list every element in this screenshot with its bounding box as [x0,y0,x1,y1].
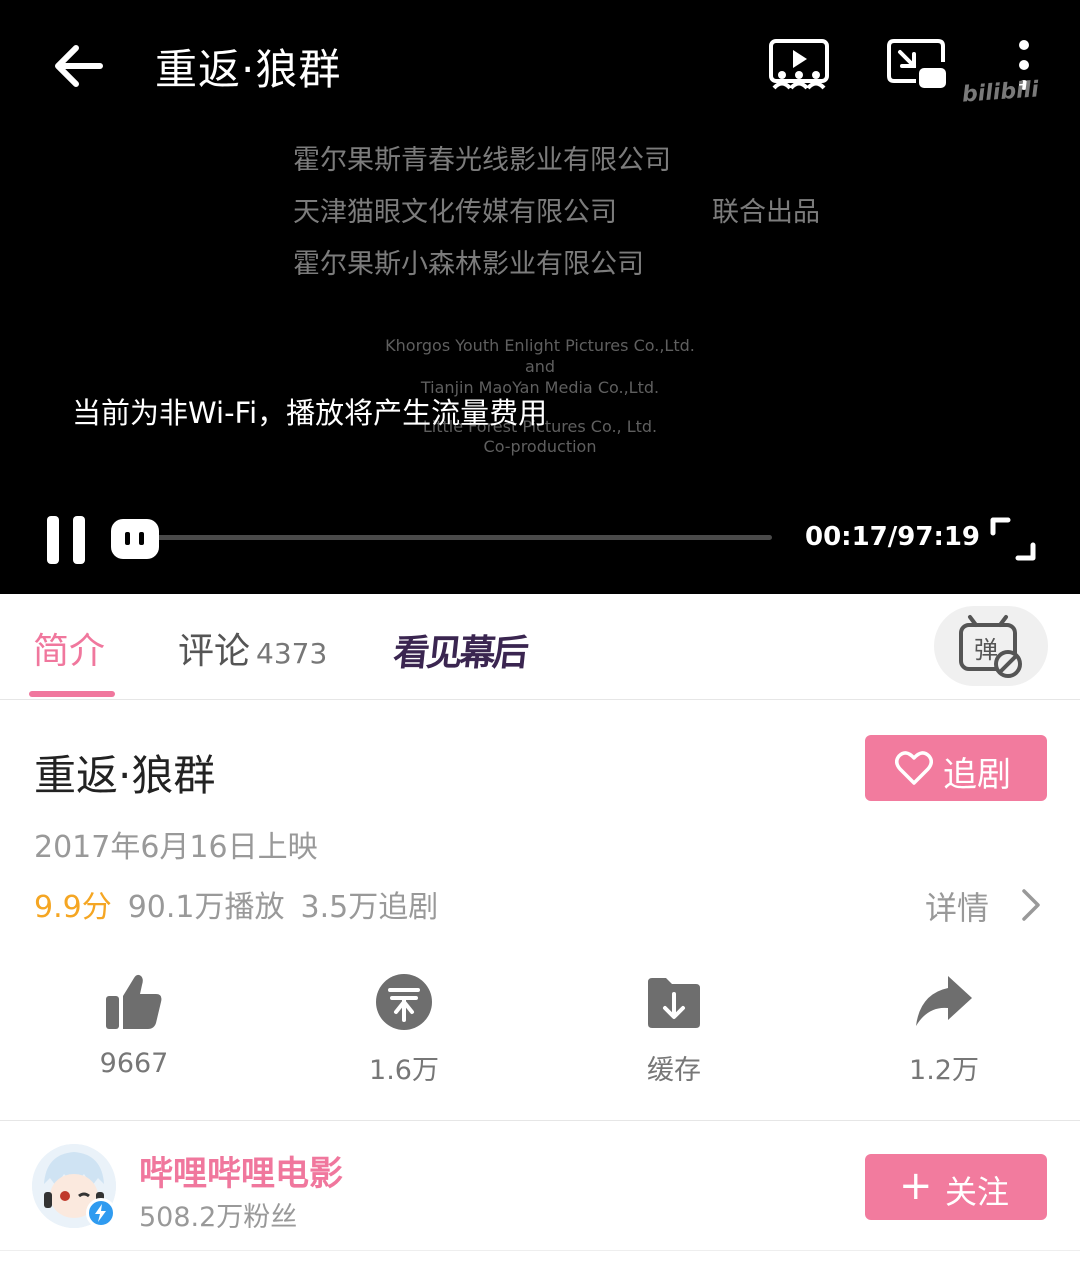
verified-badge-icon [86,1198,116,1228]
share-button[interactable]: 1.2万 [864,970,1024,1090]
progress-thumb[interactable] [111,519,159,559]
score: 9.9分 [34,890,112,925]
chevron-right-icon[interactable] [1020,888,1042,922]
share-count: 1.2万 [909,1055,979,1086]
fullscreen-icon [990,517,1036,561]
plus-icon: + [899,1163,933,1209]
cache-button[interactable]: 缓存 [594,970,754,1090]
share-arrow-icon [916,976,972,1026]
heart-icon [895,751,933,785]
play-count: 90.1万播放 [127,890,285,925]
section-divider [0,1120,1080,1121]
tab-intro-label: 简介 [33,631,106,672]
bottom-divider [0,1250,1080,1251]
credit-line-en: Khorgos Youth Enlight Pictures Co.,Ltd. [385,336,695,355]
pause-button[interactable] [47,516,87,564]
back-button[interactable] [50,38,106,94]
credit-line-en: Co-production [483,437,597,456]
stats-line: 9.9分 90.1万播放 3.5万追剧 [34,882,438,926]
channel-name[interactable]: 哔哩哔哩电影 [139,1146,343,1195]
tab-comments[interactable]: 评论 4373 [178,622,327,674]
tab-comments-label: 评论 [178,631,251,672]
like-button[interactable]: 9667 [54,970,214,1090]
picture-in-picture-icon [887,39,946,88]
tab-intro[interactable]: 简介 [33,622,105,674]
cache-label: 缓存 [647,1055,701,1086]
comments-count: 4373 [256,637,328,670]
tab-bar: 简介 评论 4373 看见幕后 弹 [0,594,1080,700]
credit-line: 霍尔果斯青春光线影业有限公司 [293,145,671,176]
credit-suffix: 联合出品 [712,197,820,228]
coin-button[interactable]: 1.6万 [324,970,484,1090]
coin-icon [376,974,432,1030]
download-folder-icon [648,978,700,1028]
coin-count: 1.6万 [369,1055,439,1086]
video-title: 重返·狼群 [34,751,216,800]
tab-behind-scenes[interactable]: 看见幕后 [391,624,528,676]
channel-fans: 508.2万粉丝 [139,1202,298,1233]
detail-link[interactable]: 详情 [925,883,989,929]
fullscreen-button[interactable] [990,517,1036,561]
credit-line: 霍尔果斯小森林影业有限公司 [293,249,644,280]
follow-series-label: 追剧 [943,755,1011,795]
release-date: 2017年6月16日上映 [34,830,318,865]
svg-text:弹: 弹 [974,636,998,664]
video-player[interactable]: 重返·狼群 bilibili 霍尔果斯青春光线影业有限公司 天津猫眼文化传媒有限… [0,0,1080,594]
thumbs-up-icon [106,974,162,1029]
progress-bar[interactable] [150,535,772,540]
bilibili-watermark: bilibili [961,77,1040,108]
series-follow-count: 3.5万追剧 [300,890,439,925]
watch-together-icon [769,39,829,90]
danmaku-off-icon: 弹 [959,615,1022,678]
watch-together-button[interactable] [768,38,830,94]
mini-window-button[interactable] [886,38,948,94]
danmaku-toggle-button[interactable]: 弹 [934,606,1048,686]
playback-time: 00:17/97:19 [805,522,981,552]
credit-line-en: and [524,357,556,376]
credit-line: 天津猫眼文化传媒有限公司 [293,197,617,228]
player-title: 重返·狼群 [155,45,342,94]
pause-icon [47,516,59,564]
follow-button[interactable]: + 关注 [865,1154,1047,1220]
pause-icon-bar [73,516,85,564]
like-count: 9667 [99,1048,169,1079]
traffic-notice: 当前为非Wi-Fi，播放将产生流量费用 [72,396,548,430]
tab-indicator [29,691,115,697]
follow-label: 关注 [945,1173,1010,1211]
follow-series-button[interactable]: 追剧 [865,735,1047,801]
back-arrow-icon [55,45,103,87]
